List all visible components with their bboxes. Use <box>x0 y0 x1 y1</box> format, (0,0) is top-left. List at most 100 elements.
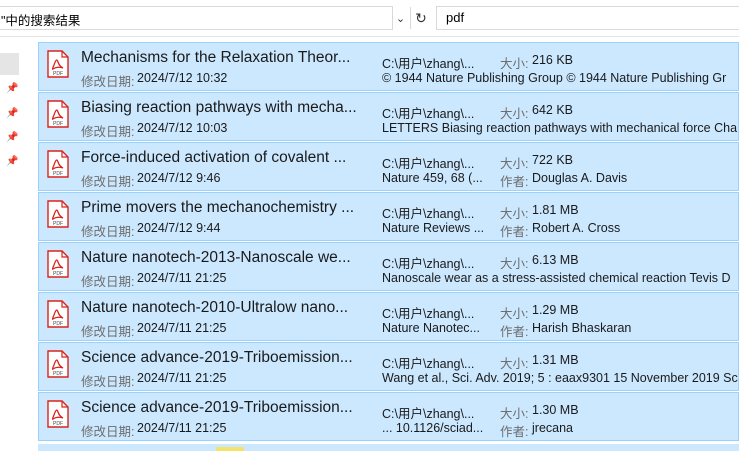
pdf-file-icon: PDF <box>47 150 69 178</box>
modified-label: 修改日期: <box>81 225 135 239</box>
size-label: 大小: <box>500 407 529 421</box>
pdf-file-icon: PDF <box>47 50 69 78</box>
content-snippet: Wang et al., Sci. Adv. 2019; 5 : eaax930… <box>382 371 738 385</box>
size-label: 大小: <box>500 307 529 321</box>
pin-icon[interactable]: 📌 <box>6 109 18 119</box>
file-size: 1.30 MB <box>532 403 579 417</box>
publication-info: Nature Reviews ... <box>382 221 485 235</box>
modified-date: 2024/7/12 9:46 <box>137 171 221 185</box>
result-title: Nature nanotech-2010-Ultralow nano... <box>81 299 349 316</box>
file-path: C:\用户\zhang\... <box>382 307 475 321</box>
address-text: "中的搜索结果 <box>1 14 81 28</box>
pin-icon[interactable]: 📌 <box>6 157 18 167</box>
result-row[interactable]: PDF Mechanisms for the Relaxation Theor.… <box>38 42 739 91</box>
size-label: 大小: <box>500 157 529 171</box>
publication-info: Nature Nanotec... <box>382 321 480 335</box>
svg-text:PDF: PDF <box>53 371 63 377</box>
result-title: Nature nanotech-2013-Nanoscale we... <box>81 249 351 266</box>
author-label: 作者: <box>500 425 529 439</box>
file-path: C:\用户\zhang\... <box>382 357 475 371</box>
modified-label: 修改日期: <box>81 75 135 89</box>
modified-label: 修改日期: <box>81 325 135 339</box>
author-label: 作者: <box>500 225 529 239</box>
publication-info: Nature 459, 68 (... <box>382 171 483 185</box>
pdf-file-icon: PDF <box>47 100 69 128</box>
modified-date: 2024/7/12 10:32 <box>137 71 228 85</box>
file-size: 1.31 MB <box>532 353 579 367</box>
result-row[interactable]: PDF Biasing reaction pathways with mecha… <box>38 92 739 141</box>
author-value: Harish Bhaskaran <box>532 321 632 335</box>
search-results-list: PDF Mechanisms for the Relaxation Theor.… <box>38 42 739 451</box>
address-bar[interactable]: "中的搜索结果 <box>0 6 393 30</box>
pdf-file-icon: PDF <box>47 250 69 278</box>
author-value: jrecana <box>532 421 573 435</box>
svg-text:PDF: PDF <box>53 121 63 127</box>
result-title: Force-induced activation of covalent ... <box>81 149 347 166</box>
modified-label: 修改日期: <box>81 175 135 189</box>
file-path: C:\用户\zhang\... <box>382 107 475 121</box>
author-value: Robert A. Cross <box>532 221 621 235</box>
size-label: 大小: <box>500 57 529 71</box>
result-row[interactable]: PDF Prime movers the mechanochemistry ..… <box>38 192 739 241</box>
file-size: 216 KB <box>532 53 574 67</box>
result-title: Science advance-2019-Triboemission... <box>81 399 353 416</box>
result-row[interactable]: PDF Force-induced activation of covalent… <box>38 142 739 191</box>
file-size: 722 KB <box>532 153 574 167</box>
file-size: 6.13 MB <box>532 253 579 267</box>
pdf-file-icon: PDF <box>47 300 69 328</box>
file-path: C:\用户\zhang\... <box>382 57 475 71</box>
pdf-file-icon: PDF <box>47 200 69 228</box>
content-snippet: © 1944 Nature Publishing Group © 1944 Na… <box>382 71 727 85</box>
address-dropdown-button[interactable]: ⌄ <box>392 7 409 29</box>
modified-date: 2024/7/11 21:25 <box>137 321 227 335</box>
publication-info: ... 10.1126/sciad... <box>382 421 484 435</box>
refresh-button[interactable]: ↻ <box>410 7 431 29</box>
result-row[interactable]: PDF Nature nanotech-2013-Nanoscale we...… <box>38 242 739 291</box>
author-label: 作者: <box>500 325 529 339</box>
size-label: 大小: <box>500 357 529 371</box>
search-input[interactable]: pdf <box>436 6 739 30</box>
size-label: 大小: <box>500 257 529 271</box>
nav-selected-item[interactable] <box>0 53 19 75</box>
file-path: C:\用户\zhang\... <box>382 157 475 171</box>
file-size: 1.81 MB <box>532 203 579 217</box>
result-title: Science advance-2019-Triboemission... <box>81 349 353 366</box>
svg-text:PDF: PDF <box>53 221 63 227</box>
result-title: Prime movers the mechanochemistry ... <box>81 199 355 216</box>
content-snippet: LETTERS Biasing reaction pathways with m… <box>382 121 738 135</box>
modified-date: 2024/7/11 21:25 <box>137 421 227 435</box>
pin-icon[interactable]: 📌 <box>6 84 18 94</box>
svg-text:PDF: PDF <box>53 321 63 327</box>
result-row[interactable]: PDF Nature nanotech-2010-Ultralow nano..… <box>38 292 739 341</box>
result-row[interactable]: PDF Science advance-2019-Triboemission..… <box>38 342 739 391</box>
modified-date: 2024/7/12 9:44 <box>137 221 221 235</box>
navigation-pane: 📌 📌 📌 📌 <box>0 37 38 451</box>
pin-icon[interactable]: 📌 <box>6 133 18 143</box>
size-label: 大小: <box>500 207 529 221</box>
file-path: C:\用户\zhang\... <box>382 257 475 271</box>
pdf-file-icon: PDF <box>47 350 69 378</box>
content-snippet: Nanoscale wear as a stress-assisted chem… <box>382 271 731 285</box>
modified-label: 修改日期: <box>81 425 135 439</box>
result-title: Mechanisms for the Relaxation Theor... <box>81 49 351 66</box>
modified-date: 2024/7/12 10:03 <box>137 121 228 135</box>
result-row[interactable]: PDF Science advance-2019-Triboemission..… <box>38 392 739 441</box>
search-input-value: pdf <box>446 10 465 25</box>
modified-label: 修改日期: <box>81 275 135 289</box>
modified-label: 修改日期: <box>81 375 135 389</box>
file-size: 1.29 MB <box>532 303 579 317</box>
highlight-mark <box>216 447 244 451</box>
refresh-icon: ↻ <box>415 9 427 26</box>
modified-date: 2024/7/11 21:25 <box>137 271 227 285</box>
pdf-file-icon: PDF <box>47 400 69 428</box>
svg-text:PDF: PDF <box>53 271 63 277</box>
size-label: 大小: <box>500 107 529 121</box>
svg-text:PDF: PDF <box>53 171 63 177</box>
file-path: C:\用户\zhang\... <box>382 407 475 421</box>
modified-label: 修改日期: <box>81 125 135 139</box>
result-title: Biasing reaction pathways with mecha... <box>81 99 357 116</box>
partial-result-row[interactable] <box>38 444 739 451</box>
author-label: 作者: <box>500 175 529 189</box>
author-value: Douglas A. Davis <box>532 171 628 185</box>
modified-date: 2024/7/11 21:25 <box>137 371 227 385</box>
